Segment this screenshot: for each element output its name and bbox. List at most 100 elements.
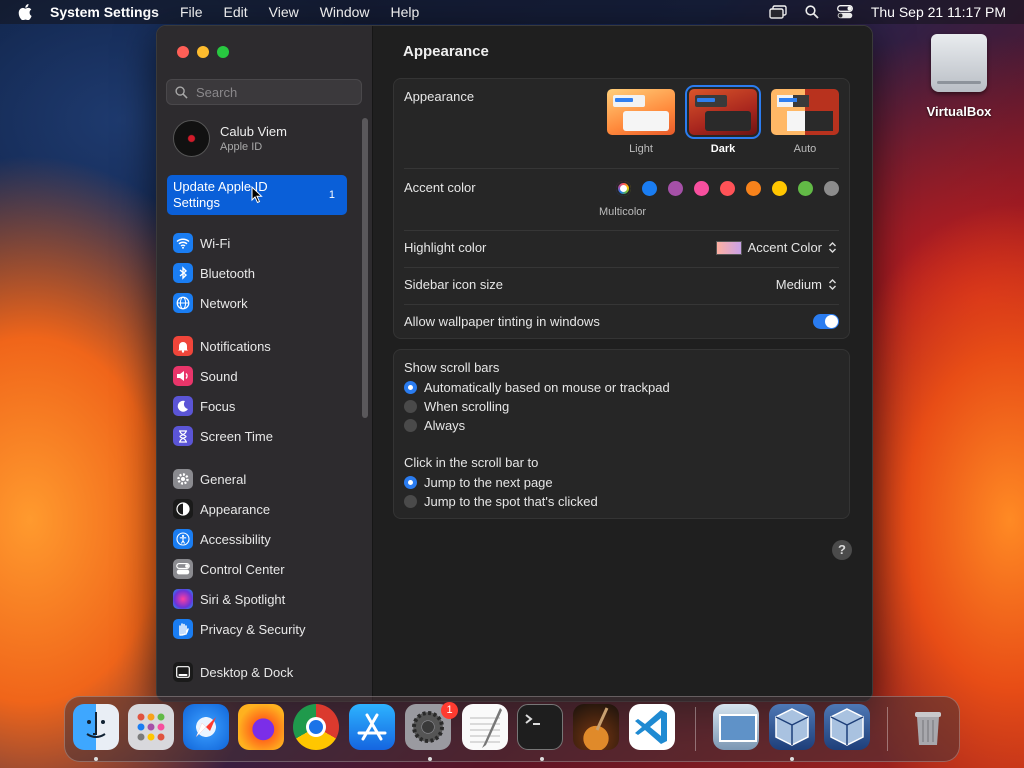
menu-file[interactable]: File [180,4,203,20]
system-settings-window: Calub Viem Apple ID Update Apple ID Sett… [156,25,873,702]
garageband-icon[interactable] [573,704,619,750]
accent-multicolor-swatch[interactable] [616,181,631,196]
sidebar-item-appearance[interactable]: Appearance [173,498,270,520]
moon-icon [173,396,193,416]
scroll-bars-auto-radio[interactable]: Automatically based on mouse or trackpad [404,380,670,395]
avatar [173,120,210,157]
profile-name: Calub Viem [220,124,287,139]
accent-red-swatch[interactable] [720,181,735,196]
scroll-click-spot-radio[interactable]: Jump to the spot that's clicked [404,494,598,509]
apple-menu-icon[interactable] [18,4,34,20]
divider [404,304,839,305]
accent-purple-swatch[interactable] [668,181,683,196]
zoom-button[interactable] [217,46,229,58]
terminal-icon[interactable] [517,704,563,750]
sidebar-item-general[interactable]: General [173,468,246,490]
screen-mirroring-icon[interactable] [769,5,787,19]
scroll-bars-when-scrolling-radio[interactable]: When scrolling [404,399,509,414]
chevron-up-down-icon [829,242,836,253]
radio-label: Jump to the next page [424,475,553,490]
accent-orange-swatch[interactable] [746,181,761,196]
menu-edit[interactable]: Edit [224,4,248,20]
minimize-button[interactable] [197,46,209,58]
virtualbox-vm-icon[interactable] [824,704,870,750]
search-field[interactable] [166,79,362,105]
sidebar-item-label: Focus [200,398,236,414]
menu-help[interactable]: Help [391,4,420,20]
accent-pink-swatch[interactable] [694,181,709,196]
sidebar-item-label: Sound [200,368,238,384]
page-title: Appearance [403,43,489,60]
menu-clock[interactable]: Thu Sep 21 11:17 PM [871,4,1006,20]
wallpaper-tinting-label: Allow wallpaper tinting in windows [404,314,600,329]
accent-blue-swatch[interactable] [642,181,657,196]
scroll-click-next-page-radio[interactable]: Jump to the next page [404,475,553,490]
drive-icon [931,34,987,92]
finder-icon[interactable] [73,704,119,750]
highlight-color-value: Accent Color [747,240,822,255]
sidebar-item-control-center[interactable]: Control Center [173,558,285,580]
textedit-icon[interactable] [462,704,508,750]
highlight-color-select[interactable]: Accent Color [715,240,837,255]
firefox-icon[interactable] [238,704,284,750]
app-store-icon[interactable] [349,704,395,750]
divider [404,230,839,231]
accent-graphite-swatch[interactable] [824,181,839,196]
radio-label: When scrolling [424,399,510,414]
virtualbox-icon[interactable] [769,704,815,750]
dock-divider [695,707,696,751]
sidebar-item-label: Bluetooth [200,265,255,281]
wallpaper-tinting-toggle[interactable] [813,314,839,329]
apple-id-profile[interactable]: Calub Viem Apple ID [173,120,287,157]
menu-app-name[interactable]: System Settings [50,4,159,20]
sidebar-item-wifi[interactable]: Wi-Fi [173,232,230,254]
appearance-settings-group: Appearance Light Dark Auto Accent color … [393,78,850,339]
trash-icon[interactable] [905,704,951,750]
sidebar-item-siri-spotlight[interactable]: Siri & Spotlight [173,588,285,610]
theme-option-auto[interactable]: Auto [770,89,840,155]
safari-icon[interactable] [183,704,229,750]
vscode-icon[interactable] [629,704,675,750]
scroll-bars-always-radio[interactable]: Always [404,418,465,433]
sidebar-item-network[interactable]: Network [173,292,248,314]
sidebar-item-notifications[interactable]: Notifications [173,335,271,357]
sidebar-item-label: Appearance [200,501,271,517]
chevron-up-down-icon [829,279,836,290]
theme-auto-thumbnail [771,89,839,135]
sidebar-item-focus[interactable]: Focus [173,395,235,417]
sidebar-item-privacy-security[interactable]: Privacy & Security [173,618,305,640]
control-center-menu-icon[interactable] [836,5,853,19]
theme-option-light[interactable]: Light [606,89,676,155]
desktop-volume-virtualbox[interactable]: VirtualBox [922,34,996,119]
accent-green-swatch[interactable] [798,181,813,196]
sidebar-item-screen-time[interactable]: Screen Time [173,425,273,447]
search-input[interactable] [194,83,358,101]
sidebar-item-sound[interactable]: Sound [173,365,238,387]
radio-label: Always [424,418,466,433]
launchpad-icon[interactable] [128,704,174,750]
accent-yellow-swatch[interactable] [772,181,787,196]
sidebar-scrollbar[interactable] [362,118,368,418]
notification-badge: 1 [441,702,458,719]
theme-caption: Auto [793,143,817,155]
menu-bar: System Settings File Edit View Window He… [0,0,1024,24]
bluetooth-icon [173,263,193,283]
chrome-icon[interactable] [293,704,339,750]
radio-indicator [404,381,417,394]
sidebar-item-accessibility[interactable]: Accessibility [173,528,271,550]
help-button[interactable]: ? [832,540,852,560]
menu-view[interactable]: View [269,4,299,20]
theme-option-dark[interactable]: Dark [685,85,761,155]
running-indicator [540,757,544,761]
show-scroll-bars-label: Show scroll bars [404,360,500,375]
bell-icon [173,336,193,356]
sidebar-item-desktop-dock[interactable]: Desktop & Dock [173,661,293,683]
sidebar-item-bluetooth[interactable]: Bluetooth [173,262,255,284]
spotlight-search-icon[interactable] [805,5,819,19]
menu-window[interactable]: Window [320,4,370,20]
sidebar-icon-size-select[interactable]: Medium [776,277,837,292]
radio-label: Automatically based on mouse or trackpad [424,380,670,395]
close-button[interactable] [177,46,189,58]
accessibility-icon [173,529,193,549]
preview-icon[interactable] [713,704,759,750]
